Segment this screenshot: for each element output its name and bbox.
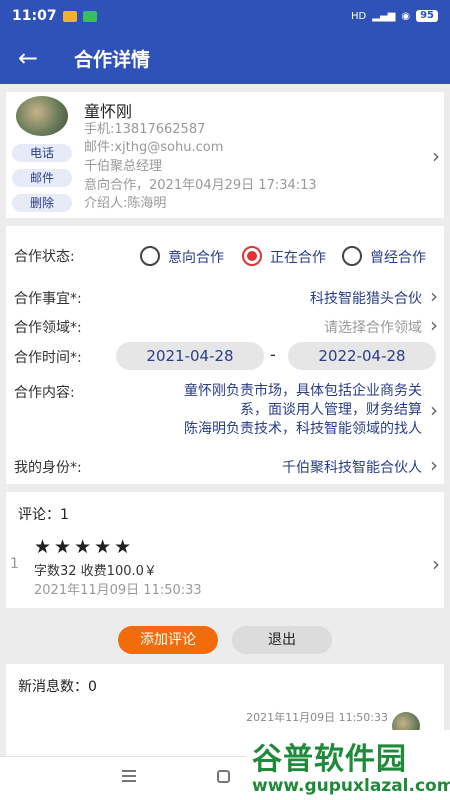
matter-label: 合作事宜*: <box>14 291 82 307</box>
wifi-icon: ◉ <box>401 10 411 22</box>
status-time: 11:07 <box>12 8 57 24</box>
menu-icon[interactable] <box>122 770 136 782</box>
chevron-right-icon: › <box>430 284 438 308</box>
content-text[interactable]: 童怀刚负责市场，具体包括企业商务关 系，面谈用人管理，财务结算 陈海明负责技术，… <box>112 382 422 439</box>
chevron-right-icon: › <box>430 453 438 477</box>
status-option-active[interactable]: 正在合作 <box>270 247 326 267</box>
contact-intent: 意向合作，2021年04月29日 17:34:13 <box>84 178 317 193</box>
content-line: 童怀刚负责市场，具体包括企业商务关 <box>184 383 422 399</box>
avatar <box>16 96 68 136</box>
content-label: 合作内容: <box>14 385 75 401</box>
app-bar: ← 合作详情 <box>0 32 450 84</box>
comment-time: 2021年11月09日 11:50:33 <box>34 583 202 598</box>
cooperation-form: 合作状态: 意向合作 正在合作 曾经合作 合作事宜*: 科技智能猎头合伙 › 合… <box>6 226 444 484</box>
comment-summary: 字数32 收费100.0￥ <box>34 564 157 579</box>
message-time: 2021年11月09日 11:50:33 <box>246 711 388 724</box>
content-line: 系，面谈用人管理，财务结算 <box>240 402 422 418</box>
watermark-url: www.gupuxlazal.com <box>252 776 450 796</box>
contact-email: 邮件:xjthg@sohu.com <box>84 140 224 155</box>
field-select[interactable]: 请选择合作领域 <box>324 317 422 337</box>
contact-card[interactable]: 电话 邮件 删除 童怀刚 手机:13817662587 邮件:xjthg@soh… <box>6 92 444 218</box>
chevron-right-icon: › <box>430 398 438 422</box>
comments-card: 评论：1 1 ★★★★★ 字数32 收费100.0￥ 2021年11月09日 1… <box>6 492 444 608</box>
time-label: 合作时间*: <box>14 350 82 366</box>
matter-value[interactable]: 科技智能猎头合伙 <box>310 288 422 308</box>
exit-button[interactable]: 退出 <box>232 626 332 654</box>
status-label: 合作状态: <box>14 249 75 265</box>
back-button[interactable]: ← <box>0 32 56 84</box>
status-option-past[interactable]: 曾经合作 <box>370 247 426 267</box>
battery-icon: 95 <box>416 10 438 22</box>
status-radio-past[interactable] <box>342 246 362 266</box>
rating-stars: ★★★★★ <box>34 536 135 558</box>
cell-signal-icon: ▂▄▆ <box>372 10 396 22</box>
messages-header: 新消息数：0 <box>18 679 97 695</box>
email-button[interactable]: 邮件 <box>12 169 72 187</box>
start-date-picker[interactable]: 2021-04-28 <box>116 342 264 370</box>
page-title: 合作详情 <box>74 48 151 71</box>
status-bar: 11:07 HD ▂▄▆ ◉ 95 <box>0 0 450 32</box>
comment-index: 1 <box>10 556 19 572</box>
status-option-intent[interactable]: 意向合作 <box>168 247 224 267</box>
arrow-left-icon: ← <box>17 44 39 72</box>
chevron-right-icon: › <box>430 313 438 337</box>
contact-phone: 手机:13817662587 <box>84 122 206 137</box>
watermark: 谷普软件园 www.gupuxlazal.com <box>246 730 450 800</box>
home-icon[interactable] <box>217 770 230 783</box>
contact-title: 千伯聚总经理 <box>84 159 163 174</box>
field-label: 合作领域*: <box>14 320 82 336</box>
identity-value[interactable]: 千伯聚科技智能合伙人 <box>282 457 422 477</box>
contact-referrer: 介绍人:陈海明 <box>84 196 167 211</box>
identity-label: 我的身份*: <box>14 460 82 476</box>
chevron-right-icon: › <box>432 144 440 168</box>
delete-button[interactable]: 删除 <box>12 194 72 212</box>
notification-icon <box>62 10 77 22</box>
content-line: 陈海明负责技术，科技智能领域的找人 <box>184 421 422 437</box>
add-comment-button[interactable]: 添加评论 <box>118 626 218 654</box>
status-radio-intent[interactable] <box>140 246 160 266</box>
call-button[interactable]: 电话 <box>12 144 72 162</box>
date-separator: - <box>270 345 276 364</box>
watermark-title: 谷普软件园 <box>252 742 407 777</box>
end-date-picker[interactable]: 2022-04-28 <box>288 342 436 370</box>
signal-icon: HD <box>351 10 367 22</box>
chevron-right-icon[interactable]: › <box>432 552 440 576</box>
comments-header: 评论：1 <box>18 507 69 523</box>
wechat-notification-icon <box>82 10 97 22</box>
status-radio-active[interactable] <box>242 246 262 266</box>
